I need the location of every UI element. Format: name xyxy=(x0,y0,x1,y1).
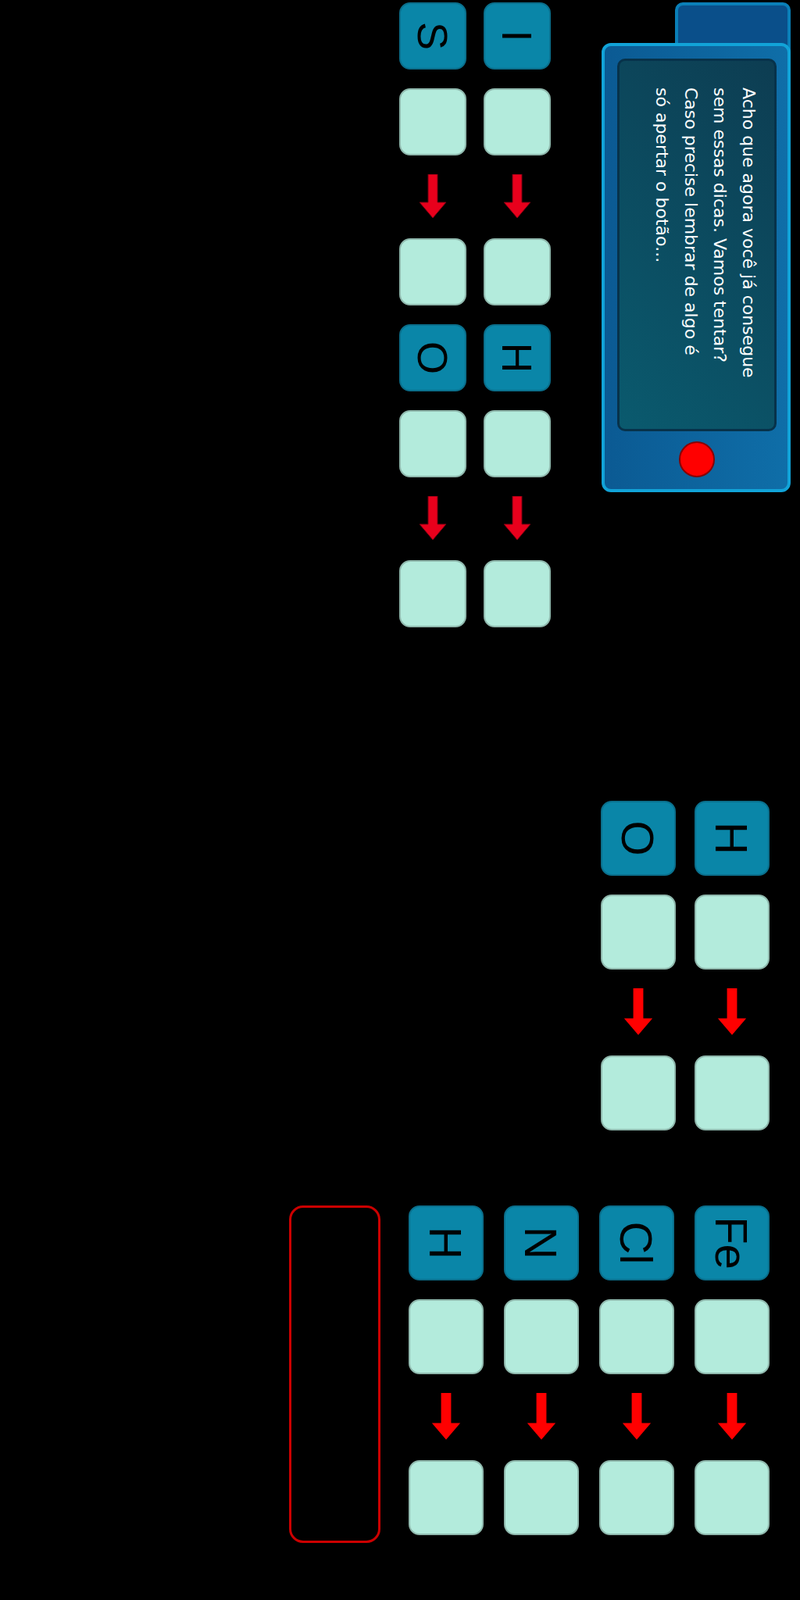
exercise-group: IHSO xyxy=(399,2,551,643)
dialog-line: Caso precise lembrar de algo é xyxy=(676,87,706,379)
exercise-row: Cl xyxy=(599,1205,675,1543)
answer-box[interactable] xyxy=(289,1205,381,1543)
element-tile: O xyxy=(600,800,676,876)
answer-slot[interactable] xyxy=(483,560,551,628)
dialog-button-area xyxy=(617,437,777,482)
answer-slot[interactable] xyxy=(600,1055,676,1131)
answer-slot[interactable] xyxy=(694,1299,770,1375)
exercise-row: SO xyxy=(399,2,467,643)
element-tile: Cl xyxy=(599,1205,675,1281)
exercise-row: N xyxy=(503,1205,579,1543)
arrow-icon xyxy=(621,988,656,1037)
element-tile: H xyxy=(408,1205,484,1281)
arrow-icon xyxy=(619,1392,654,1442)
arrow-icon xyxy=(501,174,533,220)
exercise-row: IH xyxy=(483,2,551,643)
arrow-icon xyxy=(428,1392,464,1442)
answer-slot[interactable] xyxy=(503,1460,579,1536)
element-tile: O xyxy=(399,324,467,392)
hint-button[interactable] xyxy=(678,441,715,478)
arrow-icon xyxy=(417,496,449,542)
answer-slot[interactable] xyxy=(399,238,467,306)
dialog-line: só apertar o botão... xyxy=(647,87,677,379)
answer-slot[interactable] xyxy=(399,560,467,628)
arrow-icon xyxy=(714,988,750,1037)
arrow-icon xyxy=(417,174,449,220)
answer-slot[interactable] xyxy=(399,88,467,156)
exercise-group: FeCl NH xyxy=(289,1205,800,1543)
exercise-row: Fe xyxy=(694,1205,770,1543)
element-tile: H xyxy=(483,324,551,392)
element-tile: S xyxy=(399,2,467,70)
dialog-text: Acho que agora você já conseguesem essas… xyxy=(647,87,764,379)
dialog-line: sem essas dicas. Vamos tentar? xyxy=(705,87,735,379)
answer-slot[interactable] xyxy=(694,1055,770,1131)
element-tile: Fe xyxy=(694,1205,770,1281)
element-tile: I xyxy=(483,2,551,70)
game-screen: Acho que agora você já conseguesem essas… xyxy=(0,0,800,1600)
answer-slot[interactable] xyxy=(408,1299,484,1375)
answer-slot[interactable] xyxy=(599,1299,675,1375)
answer-slot[interactable] xyxy=(599,1460,675,1536)
hint-dialog: Acho que agora você já conseguesem essas… xyxy=(601,2,791,493)
arrow-icon xyxy=(714,1392,750,1442)
dialog-panel: Acho que agora você já conseguesem essas… xyxy=(601,42,791,493)
dialog-line: Acho que agora você já consegue xyxy=(734,87,764,379)
answer-slot[interactable] xyxy=(694,894,770,970)
element-tile: H xyxy=(694,800,770,876)
exercise-row: O xyxy=(600,800,676,1131)
arrow-icon xyxy=(501,496,533,542)
exercise-row: H xyxy=(694,800,770,1131)
answer-slot[interactable] xyxy=(600,894,676,970)
answer-slot[interactable] xyxy=(483,238,551,306)
arrow-icon xyxy=(524,1392,559,1442)
answer-slot[interactable] xyxy=(483,410,551,478)
exercise-group: HO xyxy=(600,800,800,1131)
game-canvas: Acho que agora você já conseguesem essas… xyxy=(0,0,800,1600)
element-tile: N xyxy=(503,1205,579,1281)
answer-slot[interactable] xyxy=(694,1460,770,1536)
exercise-row: H xyxy=(408,1205,484,1543)
answer-slot[interactable] xyxy=(483,88,551,156)
answer-slot[interactable] xyxy=(408,1460,484,1536)
answer-slot[interactable] xyxy=(399,410,467,478)
answer-slot[interactable] xyxy=(503,1299,579,1375)
dialog-screen: Acho que agora você já conseguesem essas… xyxy=(617,58,777,432)
